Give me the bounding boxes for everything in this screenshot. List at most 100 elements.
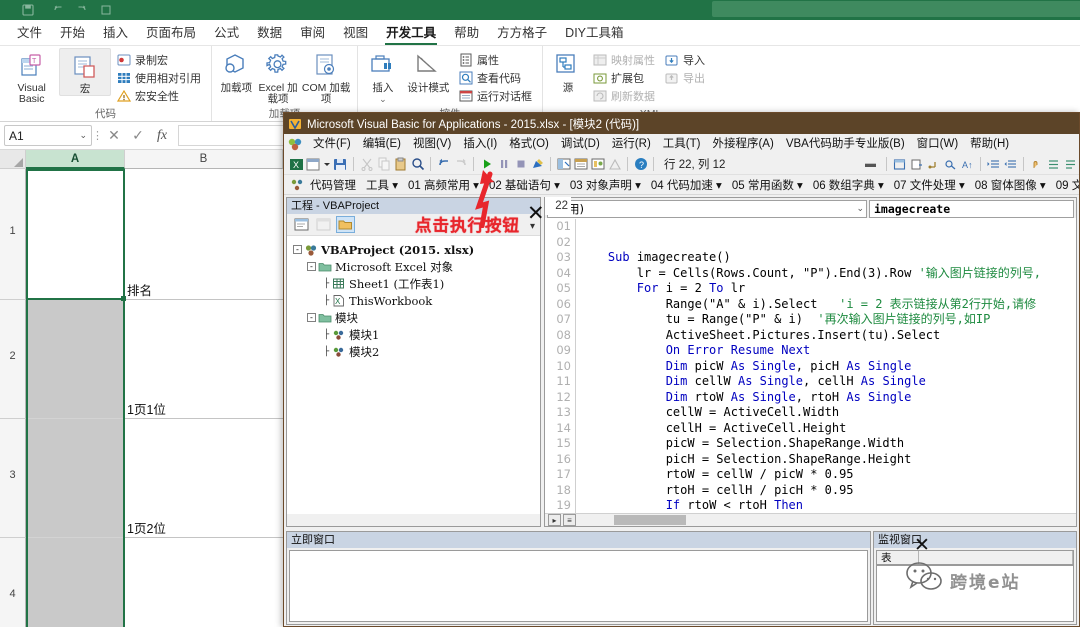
code-line-03[interactable]: Sub imagecreate() [579, 250, 1076, 266]
design-mode-button[interactable]: 设计模式 [404, 48, 453, 94]
excel-tab-5[interactable]: 数据 [248, 20, 291, 46]
chevron-down-icon[interactable]: ⌄ [79, 130, 87, 141]
view-code-button[interactable] [292, 216, 311, 233]
object-browser-icon[interactable] [589, 156, 606, 173]
toolbox-icon[interactable] [606, 156, 623, 173]
excel-tab-6[interactable]: 审阅 [291, 20, 334, 46]
help-icon[interactable]: ? [632, 156, 649, 173]
cancel-edit-icon[interactable]: ✕ [102, 125, 126, 147]
vba-addin-menu-5[interactable]: 04 代码加速 ▾ [646, 177, 727, 193]
code-line-10[interactable]: Dim picW As Single, picH As Single [579, 359, 1076, 375]
code-line-02[interactable] [579, 235, 1076, 251]
excel-tab-7[interactable]: 视图 [334, 20, 377, 46]
run-dialog-button[interactable]: 运行对话框 [455, 87, 536, 105]
code-line-19[interactable]: If rtoW < rtoH Then [579, 498, 1076, 514]
excel-tab-1[interactable]: 开始 [51, 20, 94, 46]
indent-icon[interactable] [985, 156, 1002, 173]
vba-menu-6[interactable]: 运行(R) [606, 134, 657, 154]
column-header-a[interactable]: A [26, 150, 125, 169]
cell-b2[interactable]: 1页1位 [125, 300, 283, 419]
outdent-icon[interactable] [1002, 156, 1019, 173]
comment-block-icon[interactable]: A↑ [959, 156, 976, 173]
com-addin-button[interactable]: COM 加载项 [301, 48, 351, 105]
view-excel-icon[interactable]: X [288, 156, 305, 173]
expansion-pack-button[interactable]: 扩展包 [589, 69, 659, 87]
row-header-4[interactable]: 4 [0, 538, 26, 627]
vba-addin-menu-9[interactable]: 08 窗体图像 ▾ [970, 177, 1051, 193]
macro-security-button[interactable]: 宏安全性 [113, 87, 205, 105]
excel-tab-11[interactable]: DIY工具箱 [556, 20, 632, 46]
insert-function-icon[interactable]: fx [150, 125, 174, 147]
insert-control-button[interactable]: 插入 ⌄ [364, 48, 402, 105]
confirm-edit-icon[interactable]: ✓ [126, 125, 150, 147]
scroll-full-nub[interactable]: ≡ [563, 514, 576, 526]
vba-menu-7[interactable]: 工具(T) [657, 134, 707, 154]
xml-source-button[interactable]: 源 [549, 48, 587, 94]
cell-b4[interactable]: 1页3位 [125, 538, 283, 627]
code-line-14[interactable]: cellH = ActiveCell.Height [579, 421, 1076, 437]
tree-node-4[interactable]: - 模块 [289, 309, 538, 326]
view-object-button[interactable] [314, 216, 333, 233]
excel-tab-10[interactable]: 方方格子 [488, 20, 556, 46]
code-line-16[interactable]: picH = Selection.ShapeRange.Height [579, 452, 1076, 468]
tree-node-5[interactable]: ├ 模块1 [289, 326, 538, 343]
insert-dropdown-icon[interactable] [322, 156, 332, 173]
vba-menu-2[interactable]: 视图(V) [407, 134, 457, 154]
addin-button[interactable]: 加载项 [218, 48, 255, 94]
cell-a4[interactable] [26, 538, 125, 627]
code-line-11[interactable]: Dim cellW As Single, cellH As Single [579, 374, 1076, 390]
immediate-window-body[interactable] [289, 550, 868, 622]
vba-addin-menu-6[interactable]: 05 常用函数 ▾ [727, 177, 808, 193]
list-icon-1[interactable] [1045, 156, 1062, 173]
vba-menu-4[interactable]: 格式(O) [503, 134, 555, 154]
row-header-3[interactable]: 3 [0, 419, 26, 538]
more-commands-icon[interactable] [100, 3, 112, 15]
vba-menu-1[interactable]: 编辑(E) [357, 134, 407, 154]
row-header-2[interactable]: 2 [0, 300, 26, 419]
excel-addin-button[interactable]: Excel 加载项 [257, 48, 299, 105]
visual-basic-button[interactable]: T Visual Basic [6, 48, 57, 105]
chevron-down-icon[interactable]: ⌄ [856, 204, 864, 214]
close-icon-immediate[interactable]: ✕ [914, 534, 930, 557]
code-assistant-icon[interactable] [288, 176, 305, 193]
code-line-08[interactable]: ActiveSheet.Pictures.Insert(tu).Select [579, 328, 1076, 344]
insert-userform-icon[interactable] [305, 156, 322, 173]
code-line-12[interactable]: Dim rtoW As Single, rtoH As Single [579, 390, 1076, 406]
excel-tab-2[interactable]: 插入 [94, 20, 137, 46]
code-body[interactable]: 0102030405060708091011121314151617181920… [545, 219, 1076, 526]
excel-tab-8[interactable]: 开发工具 [377, 20, 445, 46]
macro-button[interactable]: 宏 [59, 48, 111, 96]
save-icon[interactable] [332, 156, 349, 173]
relative-reference-button[interactable]: 使用相对引用 [113, 69, 205, 87]
bookmark-hand-icon[interactable] [1028, 156, 1045, 173]
cell-b1[interactable]: 排名 [125, 169, 283, 300]
record-macro-button[interactable]: 录制宏 [113, 51, 205, 69]
edit-tool-4-icon[interactable] [942, 156, 959, 173]
h-scroll-thumb[interactable] [614, 515, 686, 525]
vba-addin-menu-4[interactable]: 03 对象声明 ▾ [565, 177, 646, 193]
scroll-down-arrow-icon[interactable]: ▾ [530, 221, 535, 232]
undo-icon[interactable] [435, 156, 452, 173]
cell-a1[interactable] [26, 169, 125, 300]
properties-window-icon[interactable] [572, 156, 589, 173]
tree-expander-icon[interactable]: - [293, 245, 302, 254]
undo-icon[interactable] [52, 3, 64, 15]
vba-menu-11[interactable]: 帮助(H) [964, 134, 1015, 154]
excel-tab-0[interactable]: 文件 [8, 20, 51, 46]
vba-menu-0[interactable]: 文件(F) [307, 134, 357, 154]
redo-icon[interactable] [76, 3, 88, 15]
excel-search-box[interactable] [712, 1, 1080, 17]
find-icon[interactable] [409, 156, 426, 173]
column-header-b[interactable]: B [125, 150, 283, 169]
vba-menu-3[interactable]: 插入(I) [457, 134, 503, 154]
code-line-13[interactable]: cellW = ActiveCell.Width [579, 405, 1076, 421]
tree-node-2[interactable]: ├ Sheet1 (工作表1) [289, 275, 538, 292]
excel-tab-9[interactable]: 帮助 [445, 20, 488, 46]
row-header-1[interactable]: 1 [0, 169, 26, 300]
list-icon-2[interactable] [1062, 156, 1079, 173]
code-horizontal-scrollbar[interactable]: ▸ ≡ [545, 513, 1076, 526]
tree-node-1[interactable]: - Microsoft Excel 对象 [289, 258, 538, 275]
scroll-left-nub[interactable]: ▸ [548, 514, 561, 526]
tree-node-0[interactable]: - VBAProject (2015. xlsx) [289, 241, 538, 258]
object-dropdown[interactable]: (通用) ⌄ [547, 200, 867, 218]
